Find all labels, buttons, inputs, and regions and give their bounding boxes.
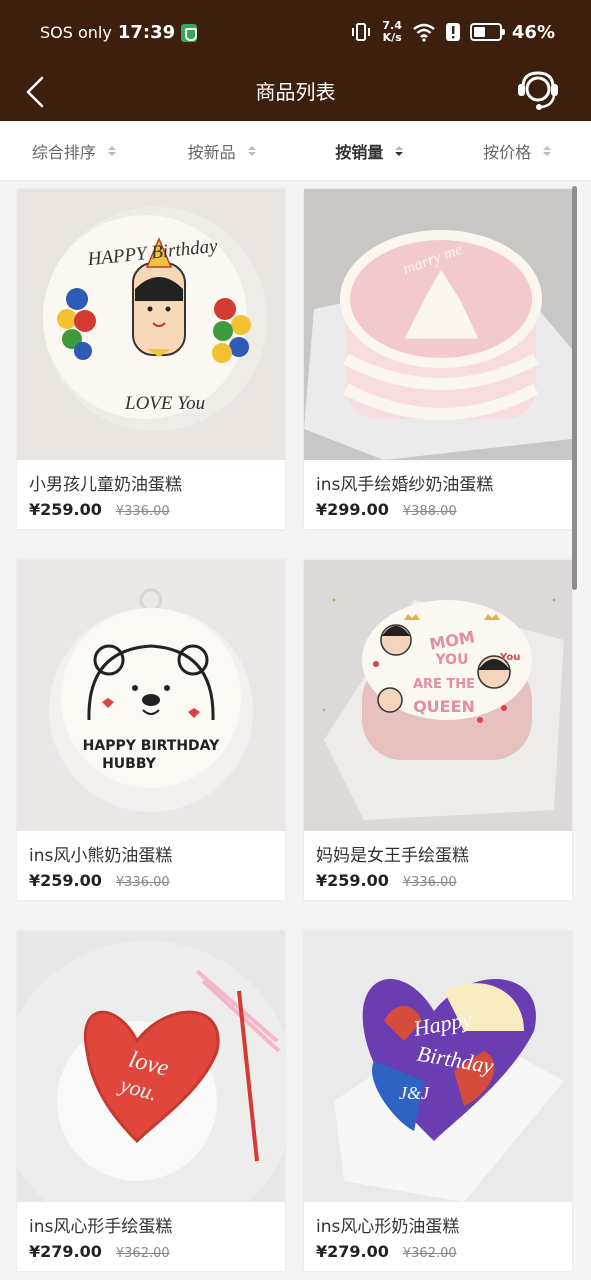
product-name[interactable]: ins风小熊奶油蛋糕 — [17, 841, 285, 866]
product-name[interactable]: 妈妈是女王手绘蛋糕 — [304, 841, 572, 866]
product-original-price: ¥336.00 — [115, 875, 170, 890]
product-card[interactable]: marry me ins风手绘婚纱奶油蛋糕 ¥299.00 ¥388.00 — [304, 189, 572, 529]
product-name[interactable]: 小男孩儿童奶油蛋糕 — [17, 470, 285, 495]
product-image[interactable]: HAPPY Birthday LOVE You — [17, 189, 285, 460]
product-original-price: ¥336.00 — [115, 504, 170, 519]
cake-text: ARE THE — [413, 677, 475, 692]
wifi-icon — [413, 23, 435, 42]
product-card[interactable]: Happy Birthday J&J ins风心形奶油蛋糕 ¥279.00 ¥3… — [304, 931, 572, 1271]
product-original-price: ¥336.00 — [402, 875, 457, 890]
vibrate-icon — [352, 23, 371, 41]
sort-newest[interactable]: 按新品 — [148, 121, 296, 180]
product-price: ¥299.00 — [316, 500, 389, 519]
status-bar: SOS only 17:39 7.4 K/s 46% — [0, 0, 591, 66]
network-speed: 7.4 K/s — [382, 19, 402, 44]
product-image[interactable]: MOM YOU ARE THE QUEEN You — [304, 560, 572, 831]
cake-text: J&J — [399, 1083, 430, 1103]
cake-text: HUBBY — [102, 756, 157, 772]
product-original-price: ¥388.00 — [402, 504, 457, 519]
product-price: ¥259.00 — [29, 500, 102, 519]
sort-sales[interactable]: 按销量 — [296, 121, 444, 180]
product-original-price: ¥362.00 — [402, 1246, 457, 1261]
product-image[interactable]: HAPPY BIRTHDAY HUBBY — [17, 560, 285, 831]
network-status: SOS only — [40, 23, 112, 42]
product-name[interactable]: ins风心形奶油蛋糕 — [304, 1212, 572, 1237]
sort-arrows-icon — [543, 145, 552, 156]
product-name[interactable]: ins风心形手绘蛋糕 — [17, 1212, 285, 1237]
product-name[interactable]: ins风手绘婚纱奶油蛋糕 — [304, 470, 572, 495]
battery-percent: 46% — [511, 21, 555, 43]
product-original-price: ¥362.00 — [115, 1246, 170, 1261]
product-card[interactable]: love you. ins风心形手绘蛋糕 ¥279.00 ¥362.00 — [17, 931, 285, 1271]
sort-arrows-icon — [395, 145, 404, 156]
sort-bar: 综合排序 按新品 按销量 按价格 — [0, 121, 591, 181]
product-grid: HAPPY Birthday LOVE You 小男孩儿童奶油蛋糕 ¥259.0… — [17, 189, 574, 1271]
cake-text: You — [499, 652, 520, 663]
sort-composite[interactable]: 综合排序 — [0, 121, 148, 180]
product-price: ¥279.00 — [316, 1242, 389, 1261]
product-image[interactable]: marry me — [304, 189, 572, 460]
product-image[interactable]: love you. — [17, 931, 285, 1202]
cake-text: HAPPY BIRTHDAY — [83, 738, 220, 754]
sort-price[interactable]: 按价格 — [443, 121, 591, 180]
product-card[interactable]: HAPPY Birthday LOVE You 小男孩儿童奶油蛋糕 ¥259.0… — [17, 189, 285, 529]
product-image[interactable]: Happy Birthday J&J — [304, 931, 572, 1202]
product-card[interactable]: MOM YOU ARE THE QUEEN You 妈妈是女王手绘蛋糕 ¥259… — [304, 560, 572, 900]
page-title: 商品列表 — [255, 80, 336, 104]
cake-text: LOVE You — [124, 393, 205, 414]
battery-icon — [469, 23, 505, 41]
clock: 17:39 — [117, 22, 176, 43]
alert-icon — [445, 23, 460, 41]
product-price: ¥259.00 — [316, 871, 389, 890]
product-price: ¥279.00 — [29, 1242, 102, 1261]
nav-bar: 商品列表 — [0, 66, 591, 121]
product-price: ¥259.00 — [29, 871, 102, 890]
security-shield-icon — [181, 23, 198, 42]
sort-arrows-icon — [107, 145, 116, 156]
scrollbar[interactable] — [572, 186, 577, 590]
cake-text: YOU — [435, 652, 469, 668]
sort-arrows-icon — [247, 145, 256, 156]
cake-text: QUEEN — [413, 697, 475, 716]
product-card[interactable]: HAPPY BIRTHDAY HUBBY ins风小熊奶油蛋糕 ¥259.00 … — [17, 560, 285, 900]
customer-service-icon[interactable] — [515, 70, 561, 114]
